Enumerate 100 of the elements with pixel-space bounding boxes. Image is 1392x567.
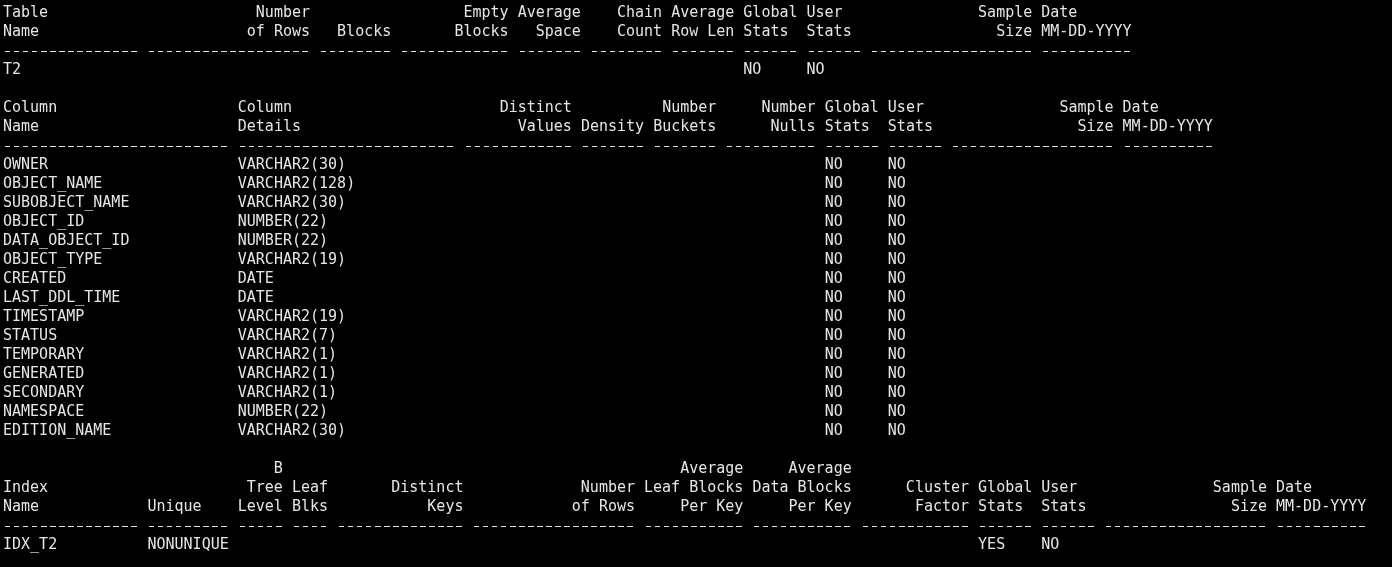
column-header: Values [516,117,572,136]
column-header: Blks [291,497,328,516]
column-header: Blocks [453,22,509,41]
table-cell-text: CREATED [3,269,68,288]
table-cell-text: NO [806,60,826,79]
table-cell-text: NO [824,383,844,402]
column-header: Per Key [787,497,852,516]
column-header: Number [579,478,635,497]
column-header: Empty [462,3,509,22]
table-cell-text: TIMESTAMP [3,307,86,326]
table-cell-text: NO [887,288,907,307]
column-header: Row Len [671,22,735,41]
table-cell-text: NO [1041,535,1061,554]
table-cell-text: NO [887,193,907,212]
column-header: User [887,98,925,117]
column-header: Column [237,98,293,117]
table-cell-text: LAST_DDL_TIME [3,288,122,307]
table-cell-text: NO [824,364,844,383]
column-header: of Rows [245,22,310,41]
table-cell-text: NO [887,383,907,402]
column-header: Date [1276,478,1314,497]
column-header: Distinct [390,478,464,497]
table-cell-text: NO [824,231,844,250]
table-cell-text: NO [824,250,844,269]
column-header: Level [237,497,283,516]
table-cell-text: NO [887,421,907,440]
table-cell-text: VARCHAR2(7) [237,326,339,345]
table-cell-text: NO [824,155,844,174]
table-cell-text: VARCHAR2(19) [237,307,348,326]
column-header: of Rows [570,497,635,516]
table-cell-text: NO [887,364,907,383]
table-cell-text: NO [887,212,907,231]
table-cell-text: NUMBER(22) [237,402,330,421]
column-header: Number [760,98,816,117]
column-header: Unique [147,497,203,516]
table-cell-text: NO [887,345,907,364]
column-header: Distinct [498,98,572,117]
table-cell-text: DATA_OBJECT_ID [3,231,131,250]
table-cell-text: NO [824,288,844,307]
column-header: Count [615,22,663,41]
column-header: Sample [977,3,1033,22]
table-cell-text: NO [824,193,844,212]
column-header: MM-DD-YYYY [1041,22,1132,41]
table-cell-text: T2 [3,60,23,79]
column-header: Nulls [769,117,816,136]
column-header: Average [679,459,744,478]
table-cell-text: NO [824,212,844,231]
column-header: Column [3,98,59,117]
column-header: Global [978,478,1033,497]
table-cell-text: NO [887,307,907,326]
table-cell-text: OWNER [3,155,50,174]
column-header: Stats [978,497,1025,516]
column-header: Index [3,478,50,497]
column-header: Details [237,117,302,136]
table-cell-text: VARCHAR2(1) [237,364,339,383]
column-header: Date [1041,3,1079,22]
table-cell-text: TEMPORARY [3,345,86,364]
column-header: Stats [806,22,853,41]
table-cell-text: NO [887,402,907,421]
table-cell-text: GENERATED [3,364,86,383]
column-header: Average [517,3,581,22]
table-cell-text: IDX_T2 [3,535,59,554]
table-cell-text: VARCHAR2(128) [237,174,357,193]
column-header: Stats [743,22,790,41]
column-header: Buckets [653,117,717,136]
table-cell-text: STATUS [3,326,59,345]
table-cell: NONUNIQUE [147,535,229,554]
table-cell-text: EDITION_NAME [3,421,113,440]
table-cell-text: NO [887,231,907,250]
column-header: Stats [1041,497,1088,516]
table-cell-text: NO [824,307,844,326]
table-cell-text: NO [887,326,907,345]
table-cell-text: OBJECT_TYPE [3,250,104,269]
table-cell-text: NO [887,269,907,288]
table-cell-text: NUMBER(22) [237,212,330,231]
column-header: MM-DD-YYYY [1122,117,1213,136]
table-cell-text: VARCHAR2(30) [237,421,348,440]
table-cell-text: OBJECT_NAME [3,174,104,193]
table-cell-text: YES [978,535,1007,554]
table-cell-text: VARCHAR2(1) [237,345,339,364]
column-header: Stats [824,117,871,136]
column-header: Date [1122,98,1160,117]
column-header: Sample [1211,478,1267,497]
column-header: Global [824,98,879,117]
column-header: B [272,459,283,478]
table-cell-text: SECONDARY [3,383,86,402]
column-header: Cluster [904,478,970,497]
column-header: Average [671,3,735,22]
table-cell-text: NO [743,60,763,79]
table-cell-text: NO [887,155,907,174]
column-header: Size [1076,117,1114,136]
column-header: Size [1229,497,1267,516]
table-cell-text: DATE [237,269,275,288]
column-header: Tree [245,478,283,497]
table-cell-text: NO [887,250,907,269]
column-header: Density [580,117,645,136]
table-cell-text: NO [824,269,844,288]
column-header: Leaf [291,478,328,497]
table-cell-text: VARCHAR2(30) [237,155,348,174]
column-header: Name [3,117,41,136]
